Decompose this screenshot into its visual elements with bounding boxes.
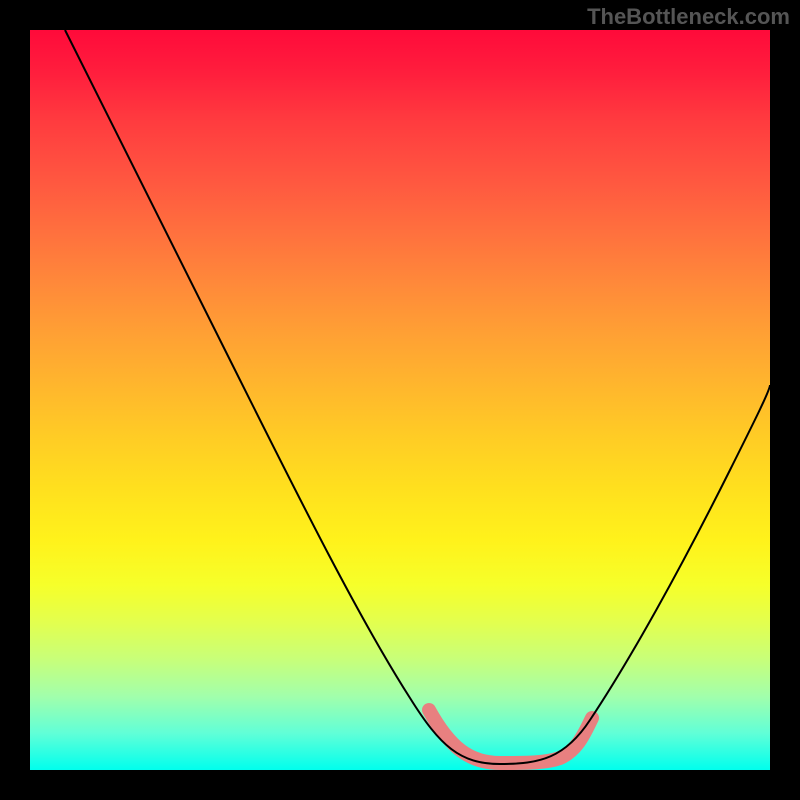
curve-svg [30,30,770,770]
watermark-text: TheBottleneck.com [587,4,790,30]
bottleneck-curve [65,30,770,764]
optimal-zone-marker [429,710,592,763]
plot-area [30,30,770,770]
